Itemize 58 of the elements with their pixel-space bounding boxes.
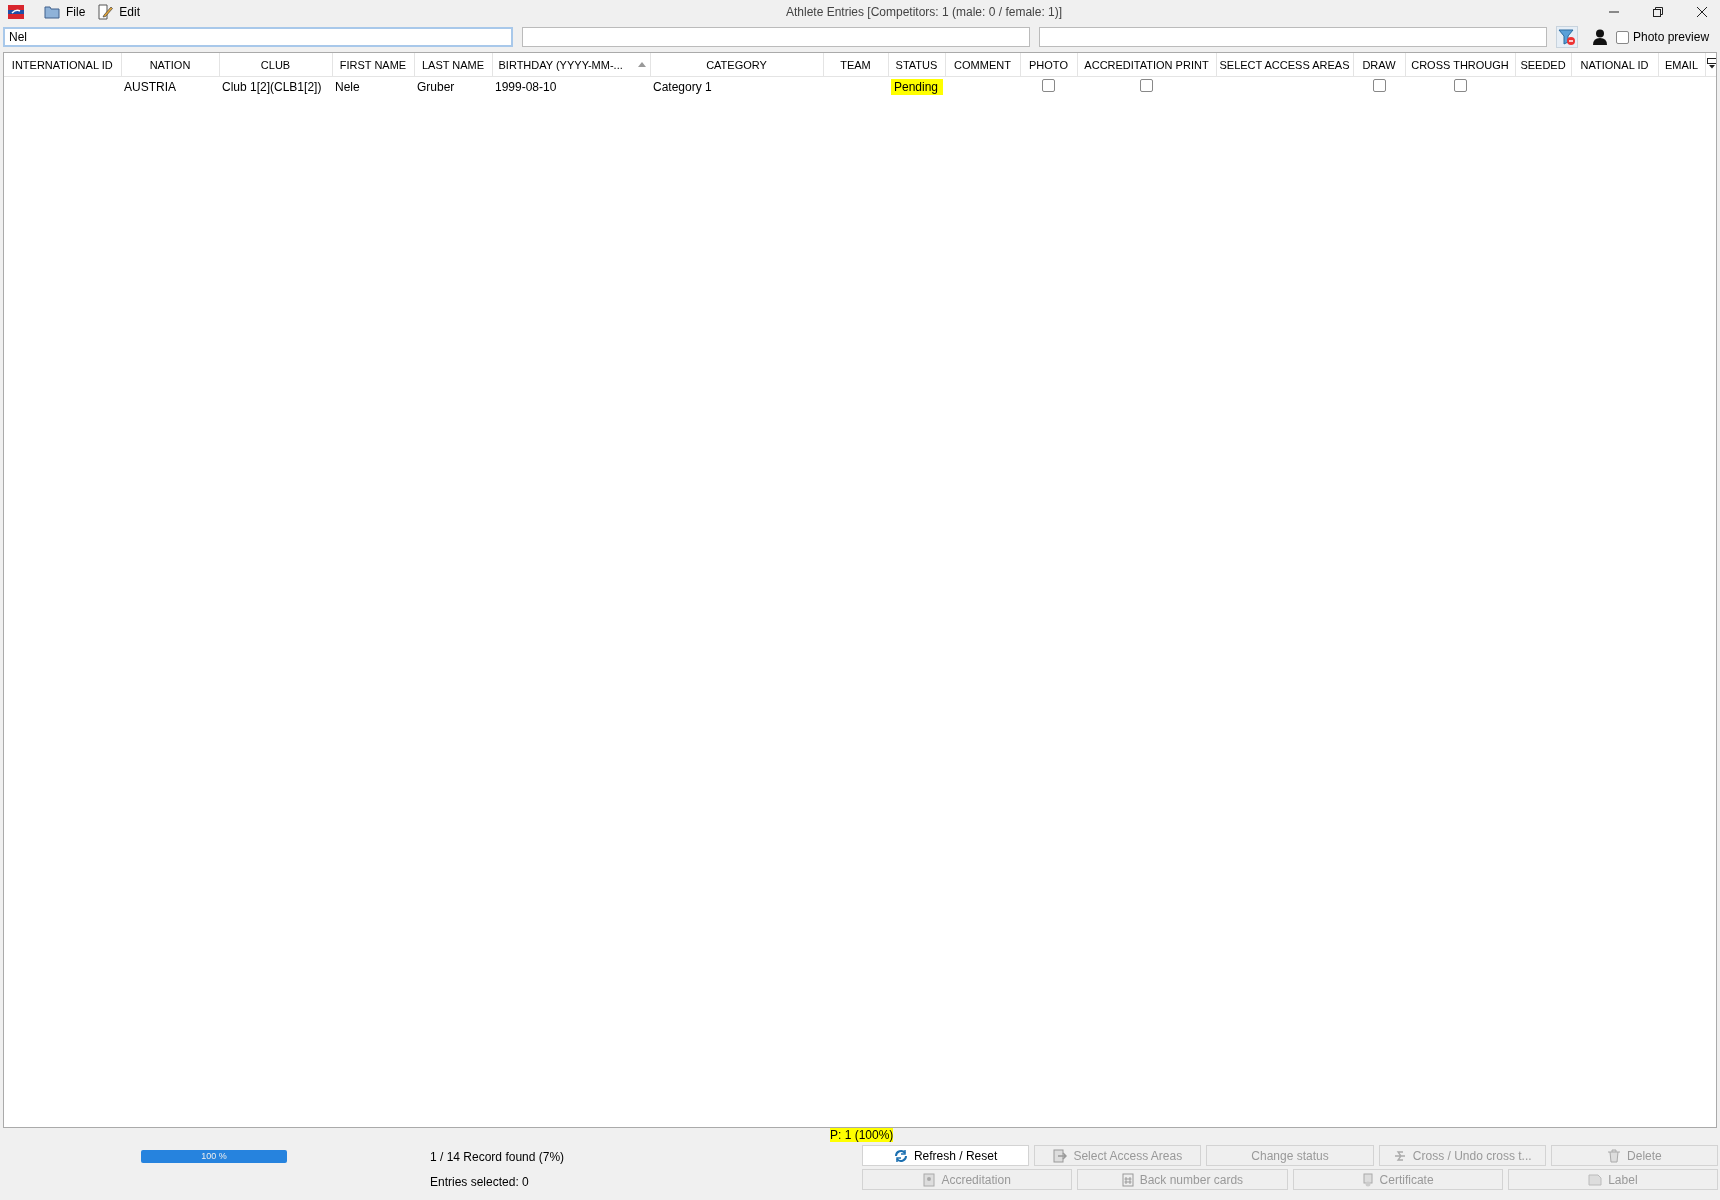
column-header[interactable]: SEEDED bbox=[1515, 53, 1571, 77]
column-header[interactable]: NATION bbox=[121, 53, 219, 77]
column-header[interactable]: FIRST NAME bbox=[332, 53, 414, 77]
window-title: Athlete Entries [Competitors: 1 (male: 0 / female: 1)] bbox=[784, 5, 1064, 19]
table-checkbox[interactable] bbox=[1372, 79, 1386, 92]
table-cell: 1999-08-10 bbox=[495, 80, 557, 94]
column-header[interactable]: ACCREDITATION PRINT bbox=[1077, 53, 1216, 77]
photo-preview-label: Photo preview bbox=[1633, 30, 1710, 44]
refresh-icon bbox=[893, 1148, 908, 1163]
number-sign-icon bbox=[1121, 1172, 1134, 1187]
person-icon bbox=[1593, 29, 1607, 45]
column-header[interactable]: LAST NAME bbox=[414, 53, 492, 77]
table-cell: Gruber bbox=[417, 80, 455, 94]
column-header[interactable]: PHOTO bbox=[1020, 53, 1077, 77]
table-checkbox[interactable] bbox=[1140, 79, 1153, 92]
column-header[interactable]: TEAM bbox=[823, 53, 888, 77]
label-icon bbox=[1588, 1173, 1603, 1186]
column-header[interactable]: BIRTHDAY (YYYY-MM-... bbox=[492, 53, 650, 77]
certificate-icon bbox=[1361, 1172, 1374, 1187]
column-header[interactable]: COMMENT bbox=[945, 53, 1020, 77]
clear-filter-button[interactable] bbox=[1556, 26, 1578, 48]
column-header[interactable]: DRAW bbox=[1353, 53, 1405, 77]
menu-item[interactable]: File bbox=[44, 5, 86, 19]
column-chooser-icon[interactable] bbox=[1706, 58, 1716, 69]
column-header[interactable]: EMAIL bbox=[1658, 53, 1705, 77]
table-cell: Category 1 bbox=[653, 80, 712, 94]
table-cell: Nele bbox=[335, 80, 360, 94]
search-field[interactable] bbox=[522, 27, 1030, 47]
column-header[interactable]: INTERNATIONAL ID bbox=[4, 53, 121, 77]
app-logo-icon bbox=[8, 5, 24, 19]
column-header[interactable]: STATUS bbox=[888, 53, 945, 77]
table-cell: Club 1[2](CLB1[2]) bbox=[222, 80, 322, 94]
strikethrough-icon bbox=[1392, 1148, 1407, 1163]
trash-icon bbox=[1607, 1148, 1622, 1163]
action-button[interactable]: Refresh / Reset bbox=[862, 1145, 1030, 1166]
enter-arrow-icon bbox=[1053, 1148, 1068, 1163]
page-info-label: P: 1 (100%) bbox=[830, 1128, 894, 1142]
edit-icon bbox=[97, 4, 114, 20]
entries-selected-text: Entries selected: 0 bbox=[430, 1175, 530, 1189]
close-icon[interactable] bbox=[1696, 6, 1708, 18]
column-header[interactable]: NATIONAL ID bbox=[1571, 53, 1658, 77]
table-checkbox[interactable] bbox=[1042, 79, 1055, 92]
status-label: Pending bbox=[891, 79, 943, 95]
table-checkbox[interactable] bbox=[1453, 79, 1467, 92]
column-header[interactable]: SELECT ACCESS AREAS bbox=[1216, 53, 1353, 77]
records-found-text: 1 / 14 Record found (7%) bbox=[430, 1150, 565, 1164]
column-header[interactable]: CROSS THROUGH bbox=[1405, 53, 1515, 77]
id-card-icon bbox=[923, 1172, 936, 1187]
search-field[interactable]: Nel bbox=[3, 27, 513, 47]
column-header[interactable]: CLUB bbox=[219, 53, 332, 77]
menu-item[interactable]: Edit bbox=[97, 4, 141, 20]
search-field[interactable] bbox=[1039, 27, 1547, 47]
photo-preview-checkbox[interactable] bbox=[1616, 30, 1629, 44]
table-cell: AUSTRIA bbox=[124, 80, 176, 94]
folder-icon bbox=[44, 5, 60, 19]
restore-icon[interactable] bbox=[1652, 6, 1664, 18]
progress-label: 100 % bbox=[200, 1150, 228, 1163]
column-header[interactable]: CATEGORY bbox=[650, 53, 823, 77]
